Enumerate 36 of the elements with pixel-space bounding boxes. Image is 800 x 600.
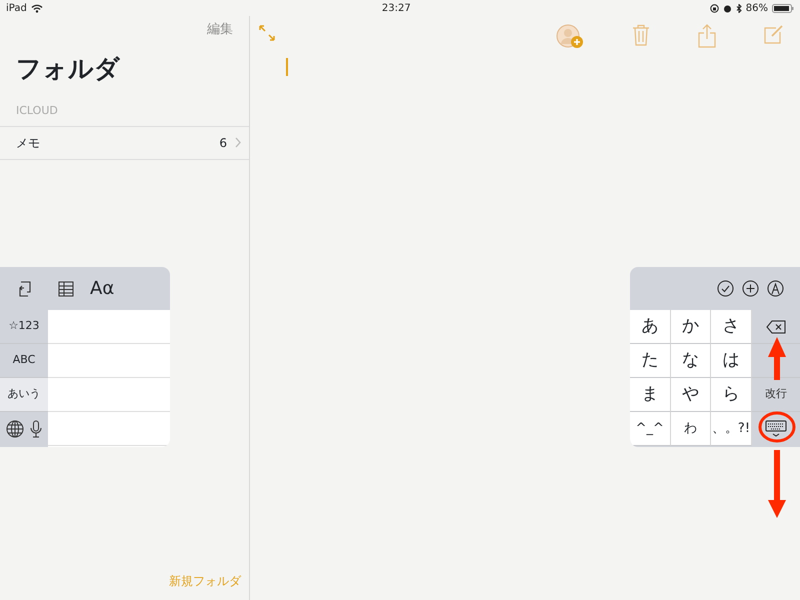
chevron-icon	[235, 137, 241, 148]
device-name: iPad	[6, 2, 27, 16]
kana-key[interactable]: か	[670, 310, 712, 344]
keyboard-dismiss-icon[interactable]	[765, 420, 787, 438]
checkmark-circle-icon[interactable]	[717, 280, 734, 297]
folder-name: メモ	[16, 134, 40, 152]
time: 23:27	[380, 2, 411, 16]
plus-circle-icon[interactable]	[742, 280, 759, 297]
globe-icon[interactable]	[6, 420, 24, 438]
kana-key[interactable]: さ	[711, 310, 752, 344]
format-button[interactable]: Aα	[90, 275, 114, 302]
kana-key[interactable]: や	[670, 378, 712, 412]
kana-key[interactable]: ら	[711, 378, 752, 412]
battery-icon	[772, 4, 794, 12]
section-header: ICLOUD	[0, 103, 249, 126]
folder-count: 6	[219, 134, 227, 152]
kana-key[interactable]: わ	[670, 412, 712, 446]
battery-percentage: 86%	[746, 2, 768, 16]
kana-key[interactable]: た	[630, 344, 671, 378]
kana-key[interactable]: ^_^	[630, 412, 671, 446]
folder-row[interactable]: メモ 6	[0, 126, 249, 160]
wifi-icon	[30, 4, 43, 12]
text-cursor	[286, 58, 288, 76]
kana-key[interactable]: は	[711, 344, 752, 378]
kana-key[interactable]: 、。?!	[711, 412, 752, 446]
kana-key[interactable]: ま	[630, 378, 671, 412]
table-icon[interactable]	[58, 280, 74, 296]
mode-key[interactable]: あいう	[0, 378, 48, 412]
bluetooth-icon	[736, 4, 742, 12]
rotation-lock-icon	[710, 4, 719, 12]
microphone-icon[interactable]	[30, 420, 42, 438]
pen-circle-icon[interactable]	[767, 280, 784, 297]
kana-key[interactable]: あ	[630, 310, 671, 344]
kana-key[interactable]: な	[670, 344, 712, 378]
delete-icon[interactable]	[766, 320, 786, 334]
sidebar-title: フォルダ	[15, 52, 121, 84]
